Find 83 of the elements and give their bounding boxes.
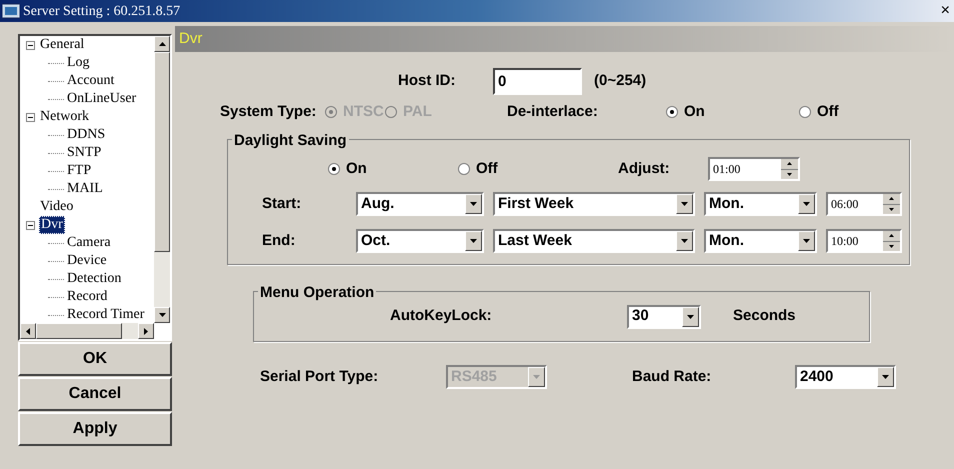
caret-icon: [803, 239, 810, 243]
dropdown-arrow-button[interactable]: [465, 231, 482, 251]
app-icon: [2, 3, 20, 19]
radio-label: Off: [817, 102, 839, 122]
field-label: AutoKeyLock:: [390, 306, 493, 326]
radio-label: On: [684, 102, 705, 122]
tree-item[interactable]: Video: [39, 199, 74, 215]
panel-title: Dvr: [179, 28, 202, 49]
field-label: Baud Rate:: [632, 366, 712, 387]
tree-item[interactable]: Network: [39, 109, 90, 125]
collapse-icon[interactable]: [26, 112, 35, 122]
scroll-right-icon[interactable]: [144, 328, 148, 334]
tree-item[interactable]: Detection: [66, 271, 122, 287]
caret-icon: [882, 375, 889, 379]
tree-item[interactable]: Account: [66, 73, 116, 89]
time-spin-field[interactable]: 10:00: [826, 229, 902, 253]
unit-label: Seconds: [733, 306, 796, 326]
month-dropdown[interactable]: Aug.: [356, 192, 484, 216]
range-hint: (0~254): [594, 70, 646, 91]
dropdown-arrow-button[interactable]: [676, 194, 693, 214]
radio-button[interactable]: [799, 106, 811, 118]
tree-item[interactable]: Record: [66, 289, 108, 305]
horizontal-scrollbar[interactable]: [20, 323, 154, 339]
scroll-up-icon[interactable]: [158, 42, 166, 46]
tree-item[interactable]: MAIL: [66, 181, 104, 197]
tree-item[interactable]: Log: [66, 55, 91, 71]
dialog-button[interactable]: Cancel: [18, 377, 172, 411]
tree-item[interactable]: Camera: [66, 235, 112, 251]
tree-item[interactable]: SNTP: [66, 145, 102, 161]
radio-label: Off: [476, 158, 498, 179]
time-spin-field[interactable]: 06:00: [826, 192, 902, 216]
month-dropdown[interactable]: Oct.: [356, 229, 484, 253]
window-title: Server Setting : 60.251.8.57: [23, 2, 180, 20]
spin-arrows-icon[interactable]: [883, 194, 900, 214]
close-button[interactable]: ×: [938, 3, 952, 19]
radio-button[interactable]: [328, 163, 340, 175]
field-label: Adjust:: [618, 158, 671, 179]
dialog-button[interactable]: OK: [18, 342, 172, 376]
caret-icon: [681, 239, 688, 243]
week-dropdown[interactable]: Last Week: [493, 229, 695, 253]
caret-icon: [803, 202, 810, 206]
radio-button[interactable]: [458, 163, 470, 175]
radio-button[interactable]: [666, 106, 678, 118]
field-label: De-interlace:: [507, 102, 599, 122]
tree-item[interactable]: Dvr: [39, 216, 65, 234]
collapse-icon[interactable]: [26, 40, 35, 50]
field-label: End:: [262, 230, 296, 251]
week-dropdown[interactable]: First Week: [493, 192, 695, 216]
tree-item[interactable]: FTP: [66, 163, 92, 179]
dialog-button[interactable]: Apply: [18, 412, 172, 446]
collapse-icon[interactable]: [26, 220, 35, 230]
time-spin-field[interactable]: 01:00: [708, 157, 800, 181]
dropdown-arrow-button[interactable]: [465, 194, 482, 214]
autokeylock-dropdown[interactable]: 30: [627, 304, 701, 328]
dropdown-arrow-button[interactable]: [682, 306, 699, 326]
caret-icon: [470, 202, 477, 206]
tree-item[interactable]: OnLineUser: [66, 91, 138, 107]
caret-icon: [470, 239, 477, 243]
tree-item[interactable]: General: [39, 37, 86, 53]
vertical-scrollbar[interactable]: [154, 36, 170, 323]
caret-icon: [533, 375, 540, 379]
dropdown-arrow-button[interactable]: [676, 231, 693, 251]
tree-item[interactable]: DDNS: [66, 127, 106, 143]
host-id-field[interactable]: 0: [493, 68, 582, 94]
day-dropdown[interactable]: Mon.: [704, 192, 817, 216]
caret-icon: [687, 314, 694, 318]
radio-label: On: [346, 158, 367, 179]
caret-icon: [681, 202, 688, 206]
field-label: Host ID:: [398, 70, 456, 91]
field-label: System Type:: [220, 102, 318, 122]
field-label: Start:: [262, 194, 302, 214]
tree-item[interactable]: Device: [66, 253, 108, 269]
field-label: Serial Port Type:: [260, 366, 380, 387]
dropdown-arrow-button[interactable]: [877, 367, 894, 387]
spin-arrows-icon[interactable]: [781, 159, 798, 179]
spin-arrows-icon[interactable]: [883, 231, 900, 251]
scroll-left-icon[interactable]: [26, 328, 30, 334]
baud-rate-dropdown[interactable]: 2400: [795, 365, 896, 389]
day-dropdown[interactable]: Mon.: [704, 229, 817, 253]
dropdown-arrow-button[interactable]: [798, 231, 815, 251]
scroll-down-icon[interactable]: [158, 313, 166, 317]
dropdown-arrow-button[interactable]: [798, 194, 815, 214]
tree-item[interactable]: Record Timer: [66, 307, 146, 323]
